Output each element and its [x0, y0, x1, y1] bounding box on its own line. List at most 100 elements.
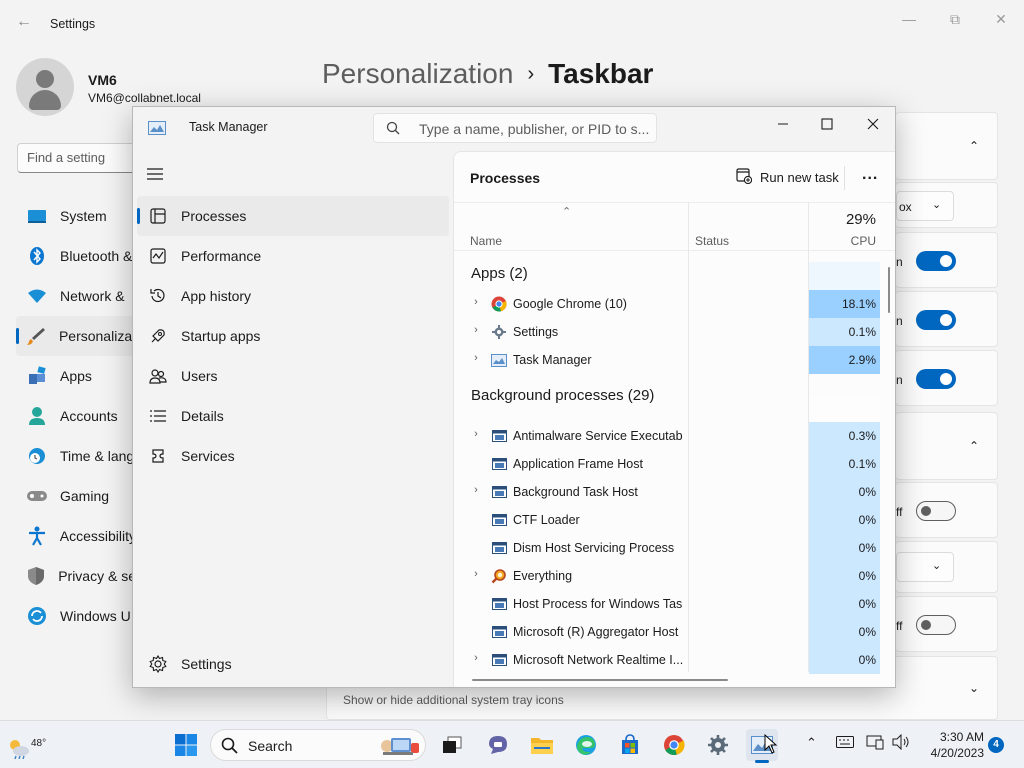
tab-processes[interactable]: Processes [137, 196, 449, 236]
cpu-total-value: 29% [845, 211, 876, 228]
column-header-name[interactable]: Name [470, 234, 502, 248]
back-arrow-icon[interactable]: ← [14, 12, 34, 32]
sidebar-item-time-language[interactable]: Time & lang [16, 436, 136, 476]
restore-icon[interactable]: ⧉ [940, 8, 970, 30]
minimize-icon[interactable]: — [894, 8, 924, 30]
volume-icon[interactable] [892, 733, 910, 753]
column-header-cpu[interactable]: CPU [851, 234, 876, 248]
taskbar-search-box[interactable]: Search [210, 729, 426, 761]
run-new-task-button[interactable]: Run new task [736, 166, 839, 188]
tab-users[interactable]: Users [137, 356, 449, 396]
avatar[interactable] [16, 58, 74, 116]
tab-performance[interactable]: Performance [137, 236, 449, 276]
store-button[interactable] [614, 729, 646, 761]
table-row[interactable]: Host Process for Windows Tasks 0% [454, 590, 882, 618]
find-setting-input[interactable]: Find a setting [17, 143, 147, 173]
column-header-status[interactable]: Status [695, 234, 729, 248]
keyboard-icon[interactable] [836, 736, 854, 751]
close-icon[interactable]: ✕ [986, 8, 1016, 30]
startup-apps-icon [148, 326, 168, 346]
process-cpu: 0.3% [809, 422, 880, 450]
table-row[interactable]: › Background Task Host 0% [454, 478, 882, 506]
table-row[interactable]: CTF Loader 0% [454, 506, 882, 534]
sidebar-item-accounts[interactable]: Accounts [16, 396, 136, 436]
sidebar-item-windows-update[interactable]: Windows U [16, 596, 136, 636]
tab-startup-apps[interactable]: Startup apps [137, 316, 449, 356]
sidebar-item-accessibility[interactable]: Accessibility [16, 516, 136, 556]
more-options-button[interactable]: ... [862, 166, 878, 184]
table-row[interactable]: › Google Chrome (10) 18.1% [454, 290, 882, 318]
chevron-down-icon[interactable]: ⌄ [969, 681, 979, 695]
table-row[interactable]: Dism Host Servicing Process 0% [454, 534, 882, 562]
process-search-input[interactable]: Type a name, publisher, or PID to s... [373, 113, 657, 143]
sidebar-item-apps[interactable]: Apps [16, 356, 136, 396]
table-row[interactable]: › Antimalware Service Executable 0.3% [454, 422, 882, 450]
expand-chevron-icon[interactable]: › [470, 652, 482, 664]
tray-overflow-description: Show or hide additional system tray icon… [343, 693, 564, 707]
table-row[interactable]: › Task Manager 2.9% [454, 346, 882, 374]
chrome-taskbar-button[interactable] [658, 729, 690, 761]
expand-chevron-icon[interactable]: › [470, 352, 482, 364]
minimize-icon[interactable] [765, 111, 801, 137]
tab-details[interactable]: Details [137, 396, 449, 436]
maximize-icon[interactable] [809, 111, 845, 137]
toggle-switch[interactable] [916, 310, 956, 330]
sidebar-item-personalization[interactable]: Personalizat [16, 316, 136, 356]
option-select[interactable]: ⌄ [896, 552, 954, 582]
toggle-switch[interactable] [916, 251, 956, 271]
notification-badge[interactable]: 4 [988, 737, 1004, 753]
accessibility-icon [26, 525, 48, 547]
tab-app-history[interactable]: App history [137, 276, 449, 316]
start-button[interactable] [170, 729, 202, 761]
clock-time[interactable]: 3:30 AM [928, 730, 984, 744]
settings-gear-icon [708, 735, 728, 755]
edge-button[interactable] [570, 729, 602, 761]
tab-services[interactable]: Services [137, 436, 449, 476]
chevron-up-icon[interactable]: ⌃ [969, 439, 979, 453]
toggle-state-label: n [896, 314, 903, 328]
table-row[interactable]: Application Frame Host 0.1% [454, 450, 882, 478]
chat-button[interactable] [482, 729, 514, 761]
task-manager-window: Task Manager Type a name, publisher, or … [132, 106, 896, 688]
table-row[interactable]: › Settings 0.1% [454, 318, 882, 346]
toggle-switch[interactable] [916, 615, 956, 635]
search-mode-select[interactable]: ox ⌄ [896, 191, 954, 221]
sidebar-item-privacy[interactable]: Privacy & se [16, 556, 136, 596]
file-explorer-button[interactable] [526, 729, 558, 761]
hamburger-menu-icon[interactable] [147, 167, 165, 184]
sidebar-item-bluetooth[interactable]: Bluetooth & [16, 236, 136, 276]
task-manager-settings-button[interactable]: Settings [137, 644, 437, 684]
expand-chevron-icon[interactable]: › [470, 568, 482, 580]
close-icon[interactable] [855, 111, 891, 137]
clock-date[interactable]: 4/20/2023 [918, 746, 984, 760]
toggle-switch[interactable] [916, 369, 956, 389]
network-status-icon[interactable] [866, 734, 884, 753]
sidebar-item-system[interactable]: System [16, 196, 136, 236]
toggle-switch[interactable] [916, 501, 956, 521]
sidebar-item-network[interactable]: Network & [16, 276, 136, 316]
expand-chevron-icon[interactable]: › [470, 484, 482, 496]
table-row[interactable]: › Microsoft Network Realtime I... 0% [454, 646, 882, 674]
sort-arrow-icon: ⌃ [562, 206, 572, 218]
expand-chevron-icon[interactable]: › [470, 296, 482, 308]
expand-chevron-icon[interactable]: › [470, 324, 482, 336]
show-hidden-icons-chevron-icon[interactable]: ⌃ [806, 735, 817, 751]
weather-widget[interactable]: 48° [8, 729, 46, 761]
vertical-scrollbar[interactable] [888, 267, 890, 313]
task-view-button[interactable] [436, 729, 468, 761]
sidebar-item-label: Apps [60, 368, 92, 384]
settings-taskbar-button[interactable] [702, 729, 734, 761]
taskbar-items-card[interactable]: ⌃ [895, 112, 998, 180]
table-row[interactable]: › Everything 0% [454, 562, 882, 590]
horizontal-scrollbar[interactable] [472, 679, 728, 681]
expand-chevron-icon[interactable]: › [470, 428, 482, 440]
process-name: Google Chrome (10) [513, 297, 627, 311]
sidebar-item-label: Accounts [60, 408, 118, 424]
process-cpu: 18.1% [809, 290, 880, 318]
table-row[interactable]: Microsoft (R) Aggregator Host 0% [454, 618, 882, 646]
chevron-up-icon[interactable]: ⌃ [969, 139, 979, 153]
taskbar-corner-card[interactable]: ⌃ [895, 412, 998, 480]
sidebar-item-gaming[interactable]: Gaming [16, 476, 136, 516]
breadcrumb-parent[interactable]: Personalization [322, 58, 513, 89]
task-manager-sidebar: Processes Performance App history Startu… [137, 196, 449, 476]
